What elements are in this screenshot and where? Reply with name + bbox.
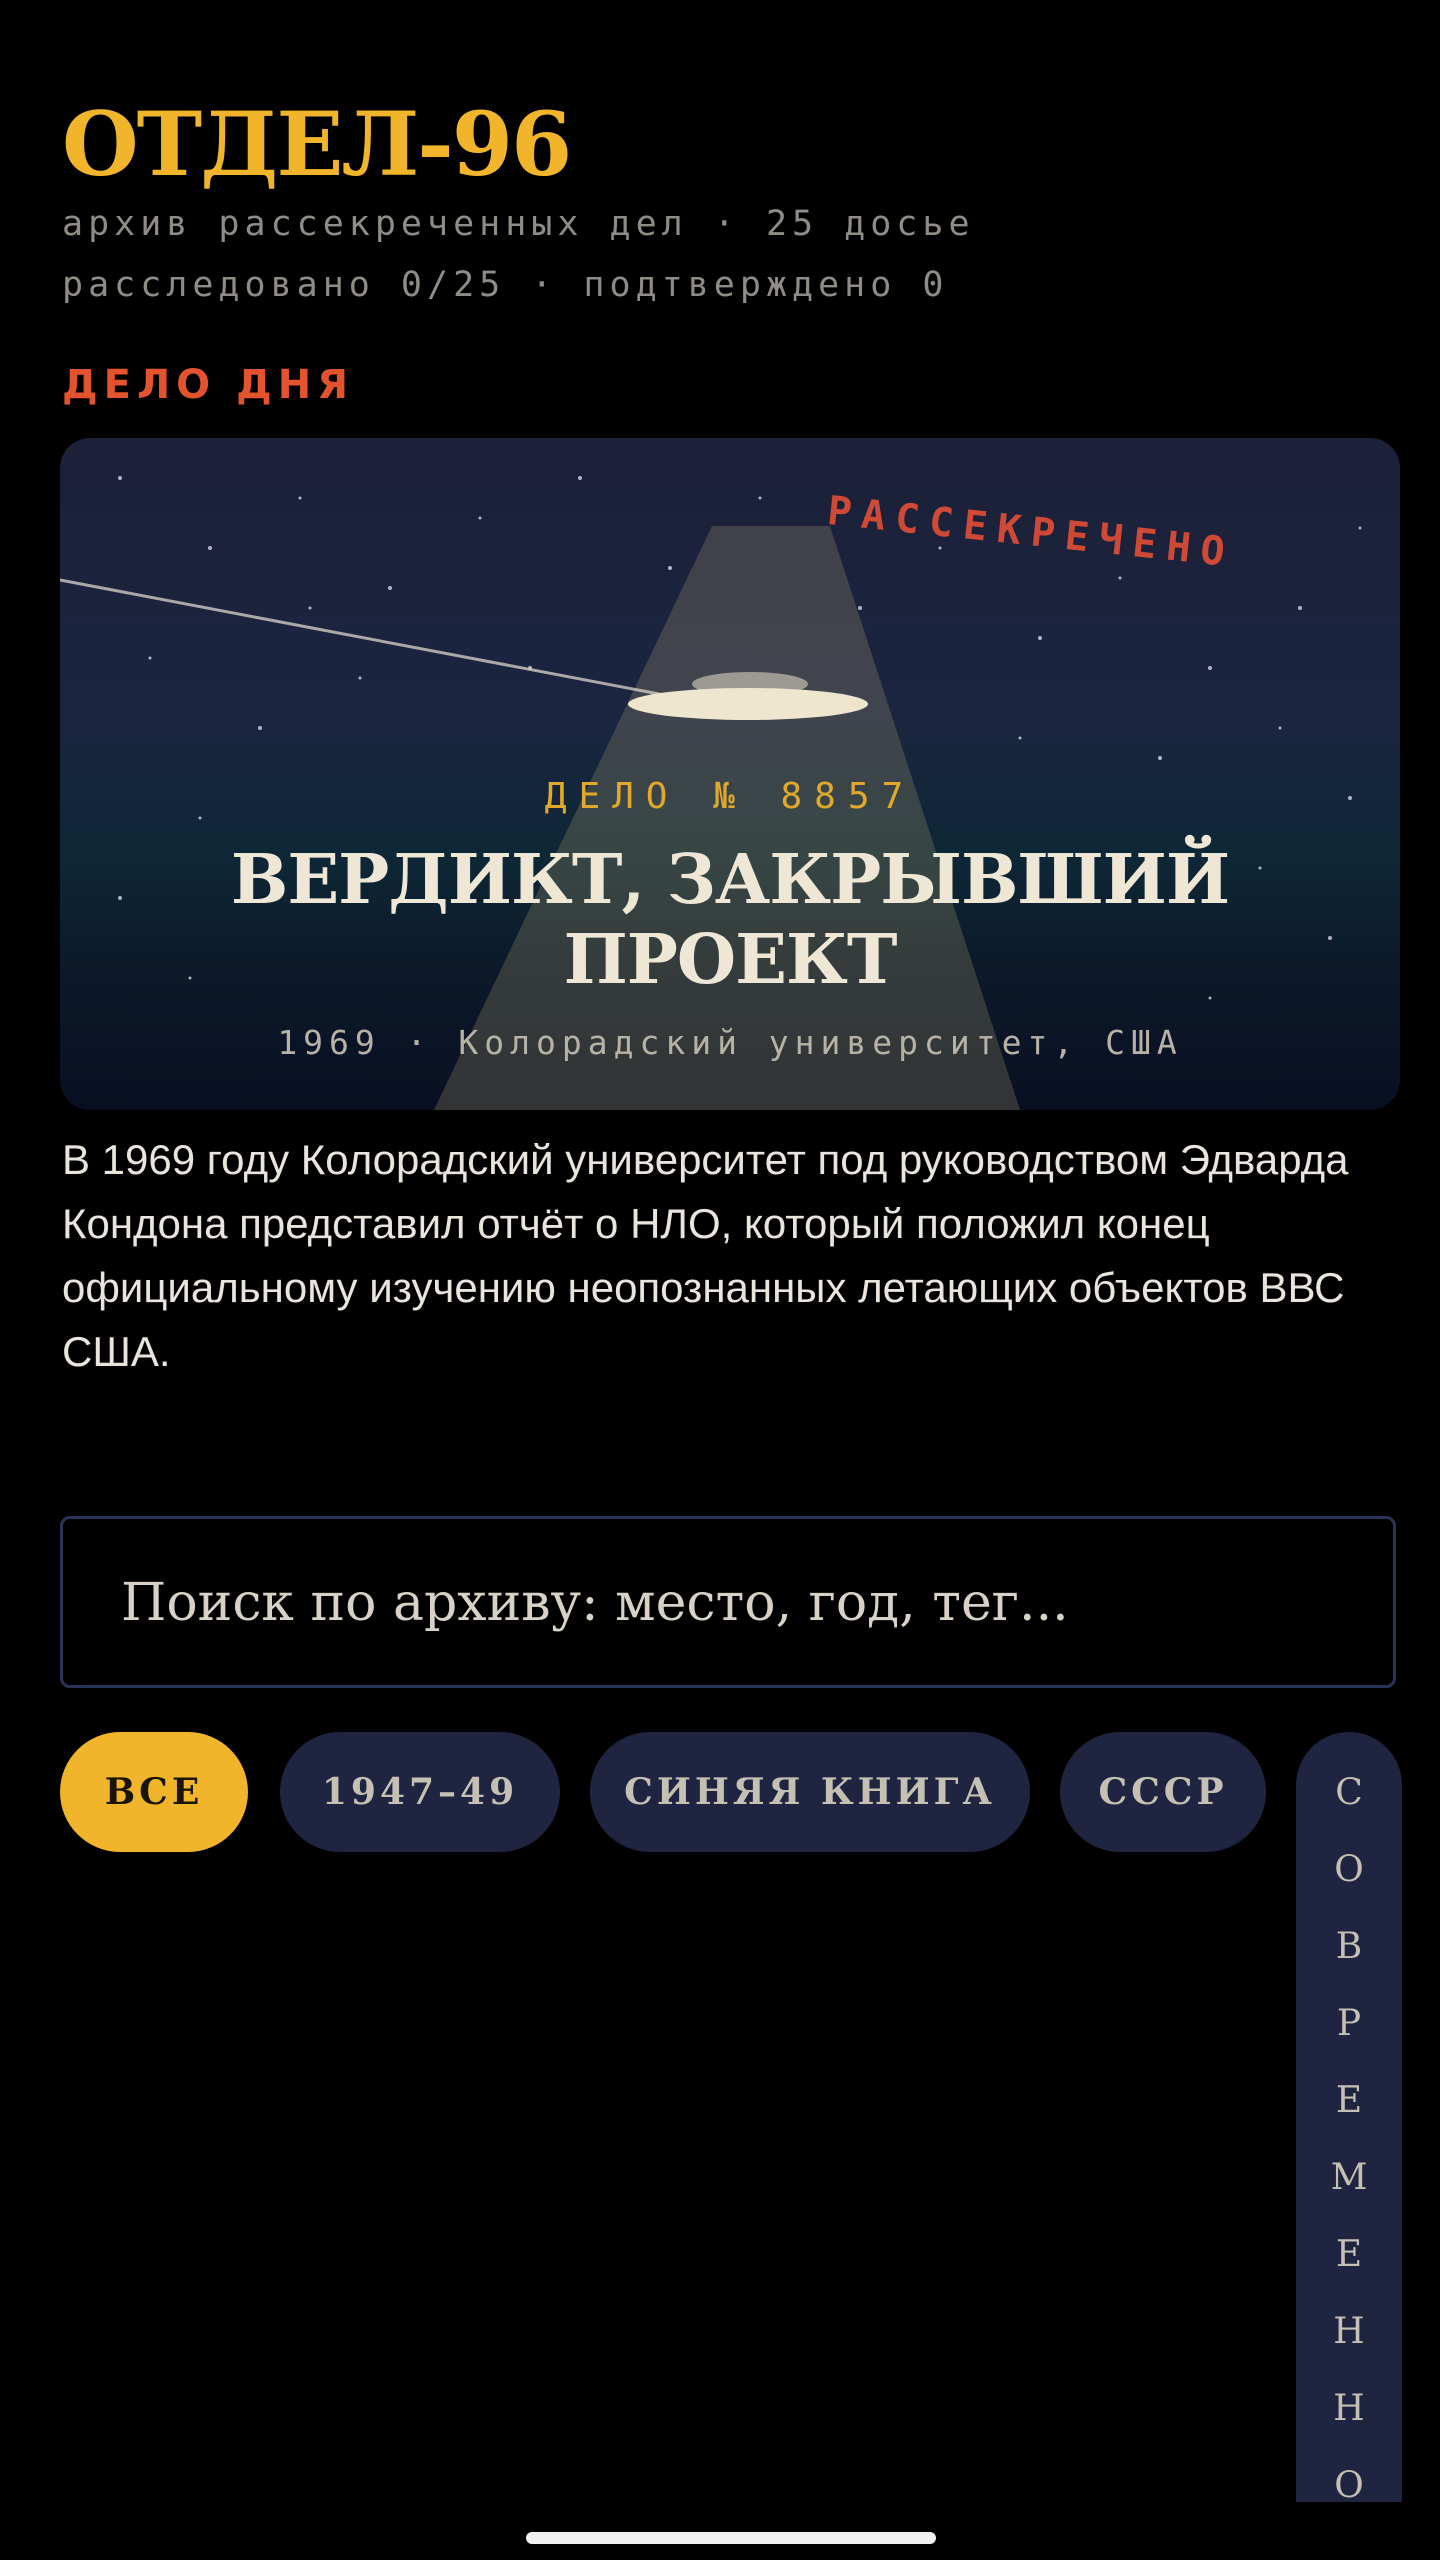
case-of-day-label: ДЕЛО ДНЯ bbox=[62, 362, 355, 408]
investigation-progress: расследовано 0/25 · подтверждено 0 bbox=[62, 265, 949, 305]
search-input[interactable] bbox=[119, 1519, 1343, 1687]
search-box[interactable] bbox=[60, 1516, 1396, 1688]
case-description: В 1969 году Колорадский университет под … bbox=[62, 1136, 1349, 1375]
filter-chip-1947-49[interactable]: 1947–49 bbox=[280, 1732, 560, 1852]
filter-chip-modern[interactable]: С О В Р Е М Е Н Н О bbox=[1296, 1732, 1402, 2502]
case-title: ВЕРДИКТ, ЗАКРЫВШИЙ ПРОЕКТ bbox=[230, 840, 1230, 1000]
case-meta: 1969 · Колорадский университет, США bbox=[277, 1023, 1183, 1062]
filter-chip-all[interactable]: ВСЕ bbox=[60, 1732, 248, 1852]
case-of-day-card[interactable]: РАССЕКРЕЧЕНО ДЕЛО № 8857 ВЕРДИКТ, ЗАКРЫВ… bbox=[60, 438, 1400, 1110]
filter-chip-blue-book[interactable]: СИНЯЯ КНИГА bbox=[590, 1732, 1030, 1852]
filter-chip-modern-label: С О В Р Е М Е Н Н О bbox=[1330, 1772, 1368, 2502]
case-number: ДЕЛО № 8857 bbox=[544, 776, 916, 817]
home-indicator[interactable] bbox=[526, 2532, 936, 2544]
app-title: ОТДЕЛ-96 bbox=[62, 92, 572, 196]
filter-chip-ussr[interactable]: СССР bbox=[1060, 1732, 1266, 1852]
archive-subtitle: архив рассекреченных дел · 25 досье bbox=[62, 204, 975, 244]
